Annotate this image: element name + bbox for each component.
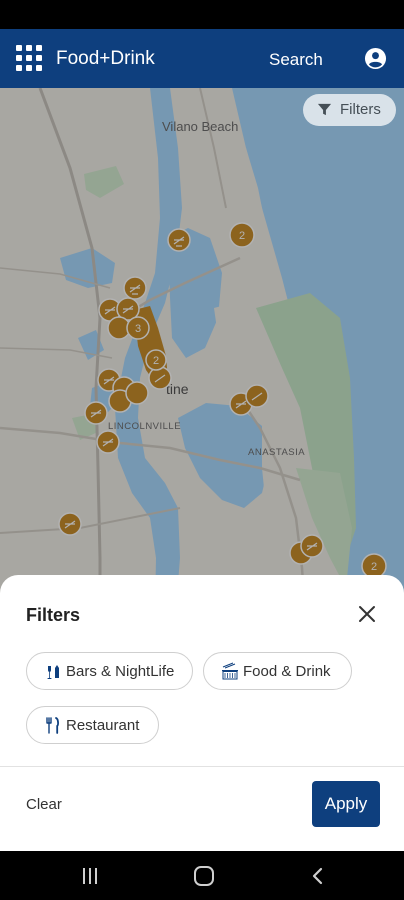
system-nav-bar: [0, 851, 404, 900]
cluster-count: 3: [135, 323, 141, 335]
sheet-divider: [0, 766, 404, 767]
grid-menu-icon[interactable]: [16, 45, 42, 71]
app-bar: Food+Drink Search: [0, 29, 404, 88]
fork-knife-icon: [46, 717, 59, 734]
map-filters-label: Filters: [340, 101, 381, 118]
clear-button[interactable]: Clear: [26, 796, 62, 813]
status-bar: [0, 0, 404, 29]
filters-sheet-title: Filters: [26, 605, 81, 625]
search-button[interactable]: Search: [269, 50, 323, 70]
map-marker[interactable]: [125, 381, 149, 405]
map-label-lincolnville: LINCOLNVILLE: [108, 421, 181, 432]
account-icon[interactable]: [364, 47, 387, 70]
chip-restaurant[interactable]: Restaurant: [26, 706, 159, 744]
filter-funnel-icon: [317, 103, 332, 116]
back-icon[interactable]: [311, 867, 325, 885]
filters-sheet: Filters Bars & NightLife Food & Drink Re…: [0, 575, 404, 851]
cluster-count: 2: [239, 230, 245, 242]
home-icon[interactable]: [194, 866, 214, 886]
chip-food-drink[interactable]: Food & Drink: [203, 652, 352, 690]
chip-bars-nightlife[interactable]: Bars & NightLife: [26, 652, 193, 690]
cluster-count: 2: [153, 355, 159, 367]
cluster-count: 2: [371, 561, 377, 573]
recents-icon[interactable]: [83, 868, 99, 884]
app-title: Food+Drink: [56, 48, 155, 69]
map-label-vilano: Vilano Beach: [162, 119, 238, 134]
apply-button[interactable]: Apply: [312, 781, 380, 827]
map-filters-button[interactable]: Filters: [303, 94, 396, 126]
chip-label: Food & Drink: [243, 663, 331, 680]
map-label-anastasia: ANASTASIA: [248, 447, 305, 458]
chip-label: Restaurant: [66, 717, 140, 734]
food-drink-icon: [222, 662, 238, 680]
chip-label: Bars & NightLife: [66, 663, 175, 680]
close-icon[interactable]: [357, 604, 377, 624]
bar-drinks-icon: [47, 665, 59, 679]
